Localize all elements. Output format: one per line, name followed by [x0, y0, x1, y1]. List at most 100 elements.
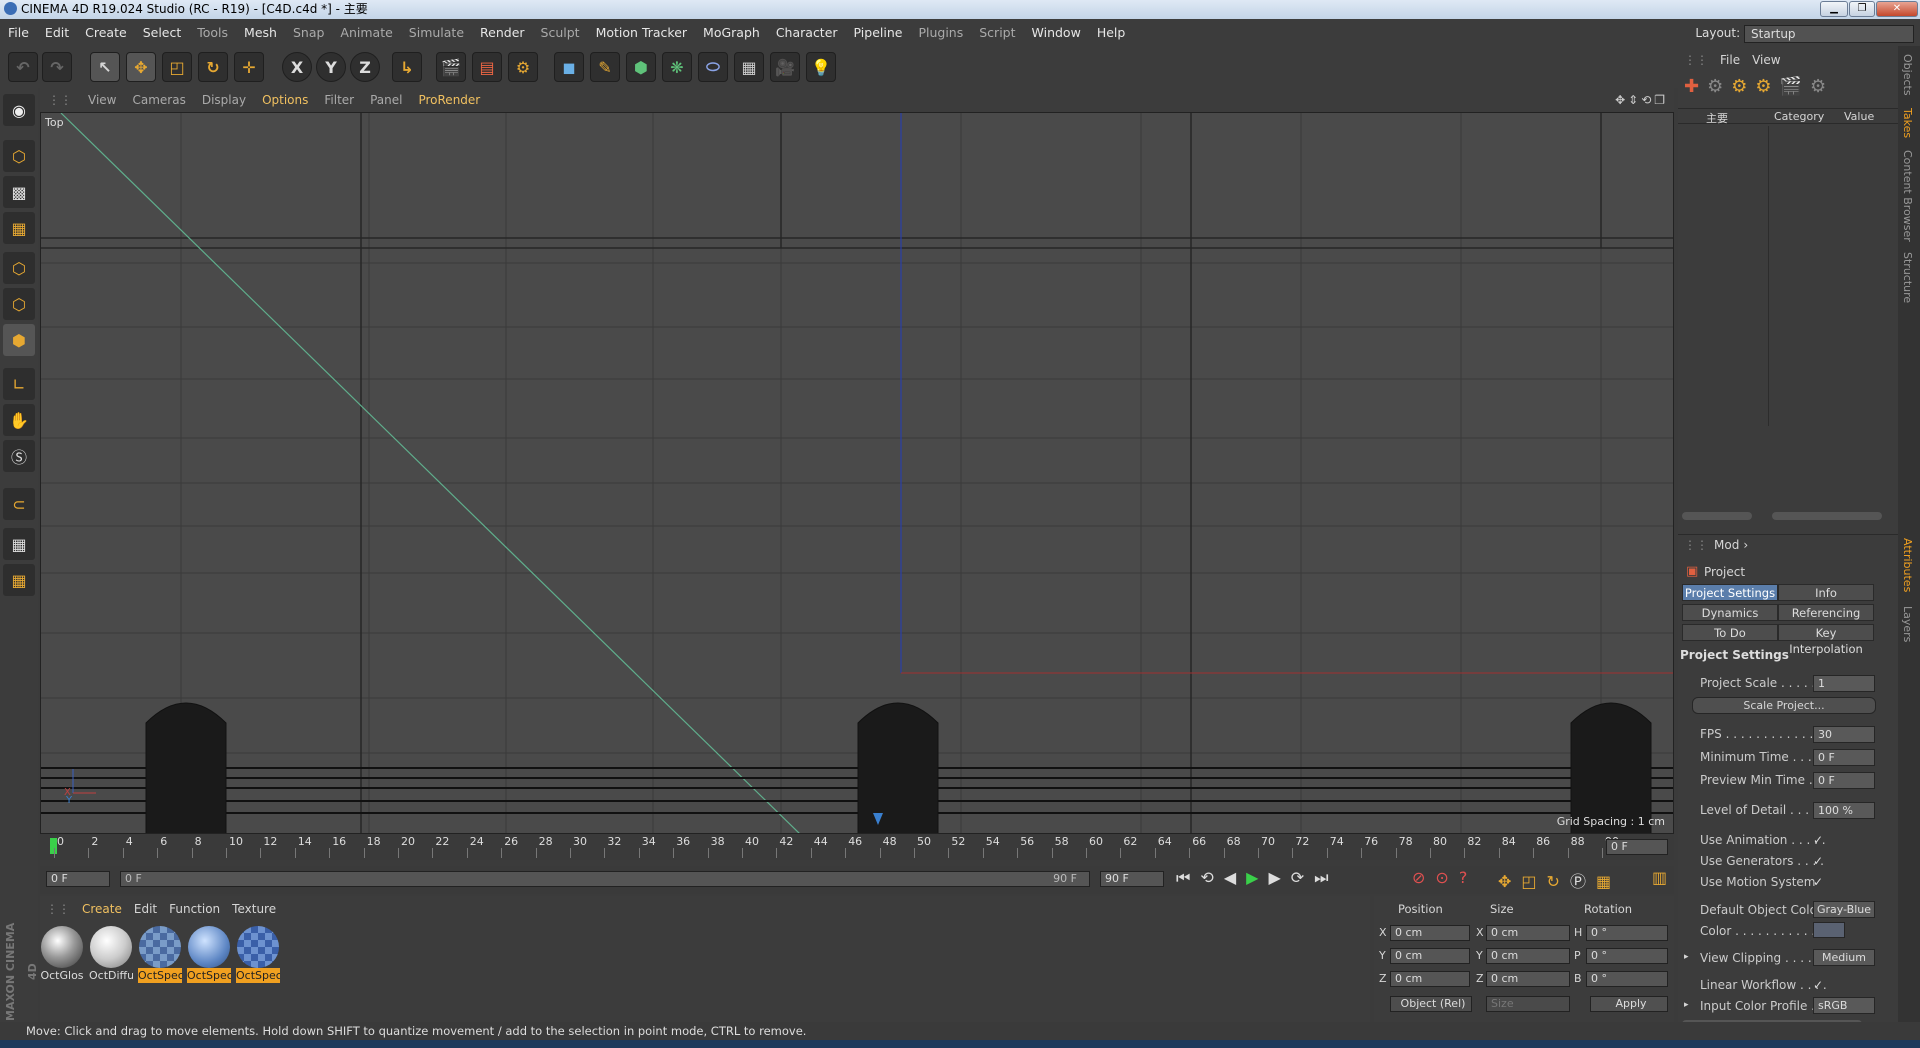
position-z-field[interactable]: 0 cm — [1390, 971, 1470, 987]
edges-mode-icon[interactable]: ⬡ — [3, 288, 35, 320]
camera-icon[interactable]: 🎥 — [770, 52, 800, 82]
select-arrow-icon[interactable]: ↖ — [90, 52, 120, 82]
viewport-menu-cameras[interactable]: Cameras — [124, 88, 193, 112]
side-tab-takes[interactable]: Takes — [1901, 108, 1914, 138]
material-menu-texture[interactable]: Texture — [226, 902, 282, 916]
objects-menu-view[interactable]: View — [1746, 53, 1786, 67]
material-item[interactable]: OctGlos — [40, 926, 84, 986]
frame-range-slider[interactable]: 0 F 90 F — [120, 871, 1090, 887]
playback-controls[interactable]: ⏮⟲◀▶▶⟳⏭ — [1176, 868, 1339, 888]
current-frame-field[interactable]: 0 F — [1606, 839, 1668, 855]
side-tab-structure[interactable]: Structure — [1901, 252, 1914, 303]
workplane-mode-icon[interactable]: ▦ — [3, 212, 35, 244]
next-key-icon[interactable]: ⟳ — [1291, 868, 1314, 887]
takes-scrollbar-left[interactable] — [1682, 512, 1752, 520]
override-icon[interactable]: ⚙ — [1731, 76, 1755, 97]
project-scale-field[interactable]: 1 — [1813, 675, 1875, 692]
texture-mode-icon[interactable]: ▩ — [3, 176, 35, 208]
auto-take-icon[interactable]: ⚙ — [1755, 76, 1779, 97]
menu-motion-tracker[interactable]: Motion Tracker — [588, 19, 695, 46]
tab-to-do[interactable]: To Do — [1682, 624, 1778, 641]
redo-icon[interactable]: ↷ — [42, 52, 72, 82]
menu-sculpt[interactable]: Sculpt — [533, 19, 588, 46]
polygons-mode-icon[interactable]: ⬢ — [3, 324, 35, 356]
use-generators-checkbox[interactable]: ✓ — [1813, 854, 1827, 868]
viewport-top[interactable]: Top X Y Grid Spacing : 1 cm — [40, 112, 1674, 834]
goto-start-icon[interactable]: ⏮ — [1176, 868, 1200, 887]
goto-end-icon[interactable]: ⏭ — [1314, 868, 1338, 887]
menu-mograph[interactable]: MoGraph — [695, 19, 768, 46]
undo-icon[interactable]: ↶ — [8, 52, 38, 82]
scale-project-button[interactable]: Scale Project... — [1692, 697, 1876, 714]
menu-edit[interactable]: Edit — [37, 19, 77, 46]
use-motion-system-checkbox[interactable]: ✓ — [1813, 875, 1827, 889]
objects-menu-file[interactable]: File — [1714, 53, 1746, 67]
coord-mode-dropdown[interactable]: Object (Rel) — [1390, 996, 1472, 1012]
coordinate-system-icon[interactable]: ↳ — [392, 52, 422, 82]
position-y-field[interactable]: 0 cm — [1390, 948, 1470, 964]
z-axis-icon[interactable]: Z — [350, 52, 380, 82]
render-settings-icon[interactable]: ⚙ — [508, 52, 538, 82]
render-view-icon[interactable]: 🎬 — [436, 52, 466, 82]
menu-animate[interactable]: Animate — [332, 19, 400, 46]
side-tab-content-browser[interactable]: Content Browser — [1901, 150, 1914, 242]
move-icon[interactable]: ✥ — [126, 52, 156, 82]
layout-dropdown[interactable]: Startup — [1744, 24, 1914, 43]
menu-script[interactable]: Script — [971, 19, 1023, 46]
menu-render[interactable]: Render — [472, 19, 533, 46]
side-tab-objects[interactable]: Objects — [1901, 54, 1914, 96]
menu-snap[interactable]: Snap — [285, 19, 332, 46]
input-color-profile-dropdown[interactable]: sRGB — [1813, 997, 1875, 1014]
close-button[interactable]: ✕ — [1876, 1, 1918, 17]
viewport-menu-panel[interactable]: Panel — [362, 88, 410, 112]
tab-referencing[interactable]: Referencing — [1778, 604, 1874, 621]
workplane-lock-icon[interactable]: ▦ — [3, 528, 35, 560]
next-frame-icon[interactable]: ▶ — [1268, 868, 1290, 887]
render-take-icon[interactable]: 🎬 — [1780, 76, 1810, 97]
snap-magnet-icon[interactable]: ⊂ — [3, 488, 35, 520]
menu-file[interactable]: File — [0, 19, 37, 46]
scale-icon[interactable]: ◰ — [162, 52, 192, 82]
minimize-button[interactable]: ▁ — [1820, 1, 1848, 17]
size-x-field[interactable]: 0 cm — [1486, 925, 1570, 941]
menu-create[interactable]: Create — [77, 19, 135, 46]
expand-arrow-icon[interactable]: ▸ — [1684, 952, 1689, 962]
add-take-icon[interactable]: ✚ — [1684, 76, 1707, 97]
viewport-nav-icons[interactable]: ✥⇕⟲❐ — [1615, 88, 1668, 112]
lock-take-icon[interactable]: ⚙ — [1810, 76, 1834, 97]
key-rotation-icon[interactable]: ↻ — [1547, 872, 1570, 891]
viewport-menu-display[interactable]: Display — [194, 88, 254, 112]
expand-arrow-icon[interactable]: ▸ — [1684, 1000, 1689, 1010]
level-of-detail-field[interactable]: 100 % — [1813, 802, 1875, 819]
menu-character[interactable]: Character — [768, 19, 846, 46]
viewport-menu-view[interactable]: View — [80, 88, 124, 112]
make-editable-icon[interactable]: ◉ — [3, 94, 35, 126]
color-swatch[interactable] — [1813, 922, 1845, 938]
clone-take-icon[interactable]: ⚙ — [1707, 76, 1731, 97]
side-tab-layers[interactable]: Layers — [1901, 606, 1914, 642]
default-object-color-dropdown[interactable]: Gray-Blue — [1813, 901, 1875, 918]
menu-plugins[interactable]: Plugins — [910, 19, 971, 46]
key-type-controls[interactable]: ✥◰↻Ⓟ▦ — [1498, 868, 1621, 892]
prev-key-icon[interactable]: ⟲ — [1200, 868, 1223, 887]
material-menu-function[interactable]: Function — [163, 902, 226, 916]
viewport-menu-prorender[interactable]: ProRender — [410, 88, 488, 112]
menu-select[interactable]: Select — [135, 19, 190, 46]
deformer-icon[interactable]: ⬭ — [698, 52, 728, 82]
take-main-label[interactable]: 主要 — [1706, 110, 1728, 126]
preview-min-time-field[interactable]: 0 F — [1813, 772, 1875, 789]
key-scale-icon[interactable]: ◰ — [1521, 872, 1546, 891]
keyframe-controls[interactable]: ⊘⊙? — [1412, 868, 1477, 887]
rotate-icon[interactable]: ↻ — [198, 52, 228, 82]
timeline-ruler[interactable]: 0 2 4 6 8 10 12 14 16 18 20 22 24 26 28 30 32 34 36 38 40 42 4… — [40, 834, 1674, 860]
material-item[interactable]: OctSpec — [187, 926, 231, 986]
tab-key-interpolation[interactable]: Key Interpolation — [1778, 624, 1874, 656]
menu-tools[interactable]: Tools — [189, 19, 236, 46]
attributes-mode-menu[interactable]: Mod — [1714, 538, 1739, 552]
material-item[interactable]: OctSpec — [236, 926, 280, 986]
live-selection-icon[interactable]: ✛ — [234, 52, 264, 82]
tab-dynamics[interactable]: Dynamics — [1682, 604, 1778, 621]
start-frame-field[interactable]: 0 F — [46, 871, 110, 887]
material-menu-create[interactable]: Create — [76, 902, 128, 916]
floor-icon[interactable]: ▦ — [734, 52, 764, 82]
